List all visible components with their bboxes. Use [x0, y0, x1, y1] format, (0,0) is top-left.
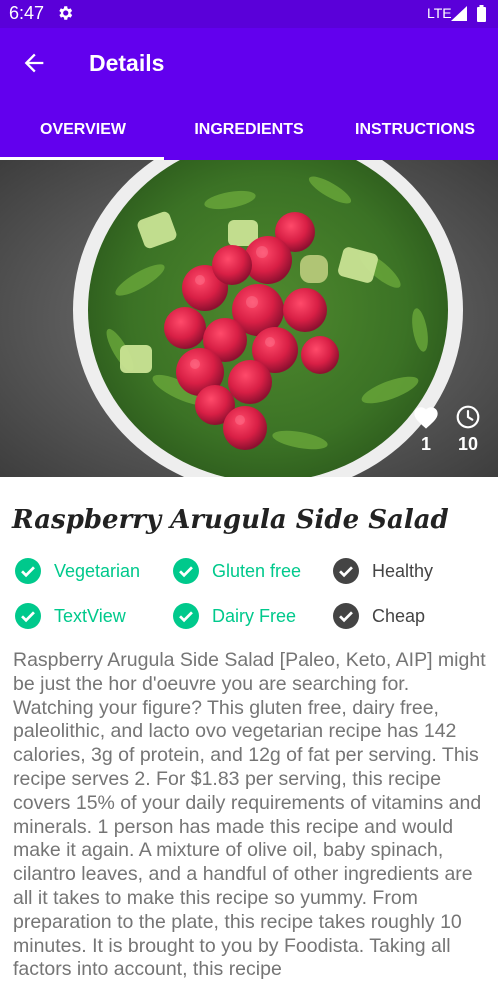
network-label: LTE: [427, 5, 452, 21]
tag-cheap: Cheap: [333, 602, 425, 630]
likes-count: 1: [420, 434, 431, 454]
tab-overview-label: OVERVIEW: [40, 121, 126, 138]
time-stat: 10: [452, 404, 484, 455]
tag-textview: TextView: [15, 602, 126, 630]
check-circle-icon: [15, 558, 41, 584]
app-bar: Details: [0, 28, 498, 100]
recipe-summary: Raspberry Arugula Side Salad [Paleo, Ket…: [13, 649, 486, 981]
check-circle-icon: [173, 558, 199, 584]
check-circle-icon: [333, 603, 359, 629]
clock-icon: [456, 405, 480, 429]
tag-dairy-free: Dairy Free: [173, 602, 296, 630]
time-minutes: 10: [457, 434, 479, 454]
tab-ingredients[interactable]: INGREDIENTS: [166, 100, 332, 160]
check-circle-icon: [333, 558, 359, 584]
status-time: 6:47: [9, 3, 45, 23]
tag-label: Dairy Free: [212, 605, 297, 626]
tab-overview[interactable]: OVERVIEW: [0, 100, 166, 160]
status-bar: 6:47 LTE: [0, 0, 498, 28]
check-circle-icon: [173, 603, 199, 629]
recipe-stats: 1 10: [410, 404, 490, 464]
recipe-image: 1 10: [0, 160, 498, 477]
battery-icon: [477, 5, 486, 22]
likes-stat: 1: [410, 404, 442, 455]
tab-instructions-label: INSTRUCTIONS: [355, 121, 475, 138]
tag-label: Vegetarian: [54, 560, 141, 581]
recipe-title: Raspberry Arugula Side Salad: [12, 505, 449, 535]
arrow-left-icon[interactable]: [20, 49, 48, 77]
tab-bar: OVERVIEW INGREDIENTS INSTRUCTIONS: [0, 100, 498, 160]
page-title: Details: [89, 50, 165, 76]
tag-healthy: Healthy: [333, 557, 433, 585]
heart-icon: [414, 407, 438, 429]
tag-label: Gluten free: [212, 560, 302, 581]
check-circle-icon: [15, 603, 41, 629]
recipe-overview: Raspberry Arugula Side Salad Vegetarian …: [0, 477, 498, 989]
tag-gluten-free: Gluten free: [173, 557, 301, 585]
tag-label: TextView: [54, 605, 126, 626]
tab-ingredients-label: INGREDIENTS: [194, 121, 304, 138]
tag-label: Cheap: [372, 605, 426, 626]
gear-icon: [59, 6, 73, 20]
tag-label: Healthy: [372, 560, 434, 581]
signal-icon: [451, 6, 467, 21]
tab-instructions[interactable]: INSTRUCTIONS: [332, 100, 498, 160]
tag-vegetarian: Vegetarian: [15, 557, 140, 585]
